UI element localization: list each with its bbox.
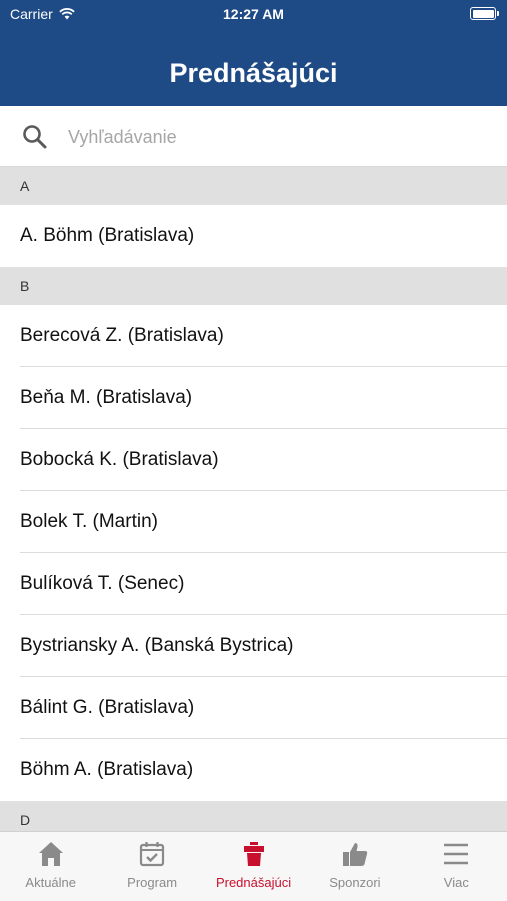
calendar-icon [140,842,165,867]
page-title: Prednášajúci [169,58,338,88]
section-header-a: A [0,167,507,205]
tab-program[interactable]: Program [101,832,202,901]
tab-label: Sponzori [329,875,381,890]
search-bar [0,106,507,167]
list-item[interactable]: Beňa M. (Bratislava) [0,367,507,429]
tab-prednasajuci[interactable]: Prednášajúci [203,832,304,901]
list-item[interactable]: A. Böhm (Bratislava) [0,205,507,267]
tab-aktualne[interactable]: Aktuálne [0,832,101,901]
search-input[interactable] [66,122,490,152]
tab-label: Prednášajúci [215,875,292,890]
tab-label: Aktuálne [25,875,76,890]
podium-icon [243,842,264,866]
list-item[interactable]: Bulíková T. (Senec) [0,553,507,615]
list-item[interactable]: Bolek T. (Martin) [0,491,507,553]
section-header-d: D [0,801,507,831]
navigation-header: Carrier 12:27 AM Prednášajúci [0,0,507,106]
tab-bar: Aktuálne Program Prednášajúci Sponzori V… [0,831,507,901]
tab-viac[interactable]: Viac [406,832,507,901]
list-item[interactable]: Bystriansky A. (Banská Bystrica) [0,615,507,677]
menu-icon [444,843,469,865]
list-item[interactable]: Berecová Z. (Bratislava) [0,305,507,367]
list-item[interactable]: Bálint G. (Bratislava) [0,677,507,739]
tab-label: Viac [443,875,469,890]
search-icon [23,125,47,149]
list-item[interactable]: Böhm A. (Bratislava) [0,739,507,801]
battery-icon [470,7,499,20]
section-header-b: B [0,267,507,305]
speaker-list: A A. Böhm (Bratislava) B Berecová Z. (Br… [0,167,507,831]
tab-sponzori[interactable]: Sponzori [304,832,405,901]
thumbs-up-icon [342,843,368,866]
clock: 12:27 AM [223,6,284,22]
status-bar: Carrier 12:27 AM [0,0,507,30]
list-item[interactable]: Bobocká K. (Bratislava) [0,429,507,491]
tab-label: Program [127,875,178,890]
home-icon [38,842,63,866]
